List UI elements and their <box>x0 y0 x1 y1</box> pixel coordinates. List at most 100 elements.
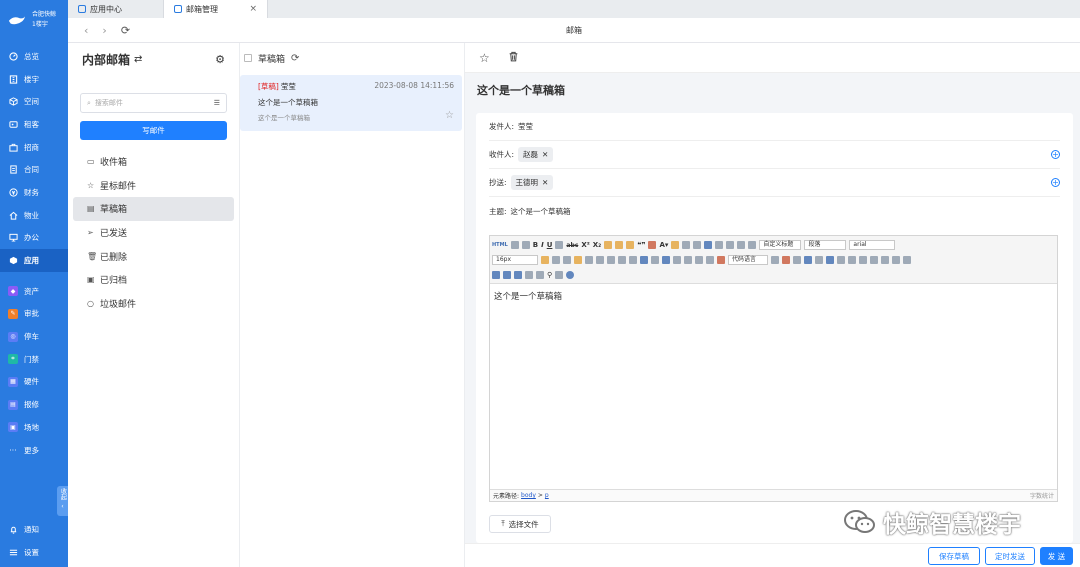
back-icon[interactable]: ‹ <box>84 24 88 37</box>
sort-icon[interactable] <box>536 271 544 279</box>
close-tab-icon[interactable]: × <box>249 4 257 14</box>
forward-icon[interactable]: › <box>102 24 106 37</box>
gear-icon[interactable]: ⚙ <box>215 53 225 66</box>
folder-sent[interactable]: ➢ 已发送 <box>73 221 234 245</box>
refresh-icon[interactable]: ⟳ <box>121 24 130 37</box>
subject-field[interactable]: 主题: 这个是一个草稿箱 <box>489 197 1060 225</box>
image-left-icon[interactable] <box>684 256 692 264</box>
recipient-chip[interactable]: 赵磊 ✕ <box>518 147 554 162</box>
path-body-link[interactable]: body <box>521 492 536 499</box>
bold-icon[interactable]: B <box>533 241 538 249</box>
nav-item-contract[interactable]: 合同 <box>0 158 68 181</box>
cc-chip[interactable]: 王德明 ✕ <box>510 175 554 190</box>
insert-col-icon[interactable] <box>870 256 878 264</box>
save-draft-button[interactable]: 保存草稿 <box>928 547 980 565</box>
star-outline-icon[interactable]: ☆ <box>479 51 490 65</box>
unlink-icon[interactable] <box>651 256 659 264</box>
nav-item-overview[interactable]: 总览 <box>0 45 68 68</box>
star-icon[interactable]: ☆ <box>445 110 454 122</box>
font-border-icon[interactable] <box>555 241 564 249</box>
add-cc-icon[interactable]: + <box>1051 178 1060 187</box>
page-break-icon[interactable] <box>771 256 779 264</box>
align-center-icon[interactable] <box>585 256 593 264</box>
rtl-icon[interactable] <box>552 256 560 264</box>
underline-icon[interactable]: U <box>547 241 553 249</box>
paste-text-icon[interactable] <box>648 241 657 249</box>
cc-field[interactable]: 抄送: 王德明 ✕ + <box>489 169 1060 197</box>
ltr-icon[interactable] <box>541 256 549 264</box>
nav-item-office[interactable]: 办公 <box>0 227 68 250</box>
link-icon[interactable] <box>640 256 648 264</box>
indent-icon[interactable] <box>563 256 571 264</box>
send-button[interactable]: 发 送 <box>1040 547 1073 565</box>
code-language-select[interactable]: 代码语言 <box>728 255 768 265</box>
undo-icon[interactable] <box>510 241 519 249</box>
search-input[interactable]: 搜索邮件 <box>95 98 123 108</box>
date-icon[interactable] <box>782 256 790 264</box>
app-item-access[interactable]: ⌗ 门禁 <box>0 348 68 371</box>
nav-item-space[interactable]: 空间 <box>0 90 68 113</box>
eraser-icon[interactable] <box>604 241 613 249</box>
align-justify-icon[interactable] <box>607 256 615 264</box>
image-none-icon[interactable] <box>673 256 681 264</box>
row-spacing-top-icon[interactable] <box>726 241 735 249</box>
app-item-repair[interactable]: ▤ 报修 <box>0 393 68 416</box>
quote-icon[interactable]: ❝❞ <box>637 241 645 249</box>
anchor-icon[interactable] <box>662 256 670 264</box>
choose-file-button[interactable]: ⤒ 选择文件 <box>489 515 551 533</box>
drafts-icon[interactable] <box>555 271 564 279</box>
merge-cells-icon[interactable] <box>892 256 900 264</box>
font-family-select[interactable]: arial <box>849 240 896 250</box>
nav-item-finance[interactable]: 财务 <box>0 181 68 204</box>
folder-inbox[interactable]: ▭ 收件箱 <box>73 150 234 174</box>
code-block-icon[interactable] <box>717 256 725 264</box>
filter-icon[interactable]: ☰ <box>214 99 220 107</box>
add-recipient-icon[interactable]: + <box>1051 150 1060 159</box>
rich-text-editor[interactable]: HTML B I U abc X² X₂ ❝❞ A▾ 自定义标题 段落 aria… <box>489 235 1058 502</box>
nav-item-invest[interactable]: 招商 <box>0 136 68 159</box>
image-right-icon[interactable] <box>695 256 703 264</box>
align-left-icon[interactable] <box>574 256 582 264</box>
emotion-icon[interactable] <box>804 256 812 264</box>
subscript-icon[interactable]: X₂ <box>593 241 601 249</box>
delete-row-icon[interactable] <box>859 256 867 264</box>
clear-doc-icon[interactable] <box>715 241 724 249</box>
html-source-icon[interactable]: HTML <box>492 242 508 248</box>
auto-format-icon[interactable] <box>626 241 635 249</box>
folder-drafts[interactable]: ▤ 草稿箱 <box>73 197 234 221</box>
help-icon[interactable] <box>566 271 575 279</box>
nav-item-tenant[interactable]: 租客 <box>0 113 68 136</box>
split-rows-icon[interactable] <box>492 271 500 279</box>
tab-mail-admin[interactable]: 邮箱管理 × <box>164 0 268 18</box>
search-replace-icon[interactable]: ⚲ <box>547 271 552 279</box>
format-brush-icon[interactable] <box>615 241 624 249</box>
app-item-approval[interactable]: ✎ 审批 <box>0 303 68 326</box>
heading-select[interactable]: 自定义标题 <box>759 240 802 250</box>
superscript-icon[interactable]: X² <box>581 241 589 249</box>
tab-app-center[interactable]: 应用中心 <box>68 0 164 18</box>
switch-icon[interactable]: ⇄ <box>134 54 142 65</box>
strikethrough-icon[interactable]: abc <box>566 242 578 249</box>
editor-body[interactable]: 这个是一个草稿箱 <box>490 284 1057 308</box>
nav-item-settings[interactable]: 设置 <box>0 541 68 564</box>
unordered-list-icon[interactable] <box>693 241 702 249</box>
schedule-send-button[interactable]: 定时发送 <box>985 547 1035 565</box>
app-item-assets[interactable]: ◆ 资产 <box>0 280 68 303</box>
select-all-checkbox[interactable] <box>244 54 252 62</box>
refresh-list-icon[interactable]: ⟳ <box>291 53 299 64</box>
map-icon[interactable] <box>815 256 823 264</box>
split-cols-icon[interactable] <box>503 271 511 279</box>
line-height-icon[interactable] <box>748 241 757 249</box>
insert-row-icon[interactable] <box>848 256 856 264</box>
italic-icon[interactable]: I <box>541 241 544 249</box>
nav-item-property[interactable]: 物业 <box>0 204 68 227</box>
uppercase-icon[interactable] <box>618 256 626 264</box>
highlight-icon[interactable] <box>671 241 680 249</box>
delete-table-icon[interactable] <box>837 256 845 264</box>
collapse-sidebar-button[interactable]: 收起 ‹ <box>57 486 68 516</box>
cell-props-icon[interactable] <box>525 271 533 279</box>
select-all-icon[interactable] <box>704 241 713 249</box>
path-p-link[interactable]: p <box>545 492 549 499</box>
lowercase-icon[interactable] <box>629 256 637 264</box>
nav-item-notify[interactable]: 通知 <box>0 518 68 541</box>
